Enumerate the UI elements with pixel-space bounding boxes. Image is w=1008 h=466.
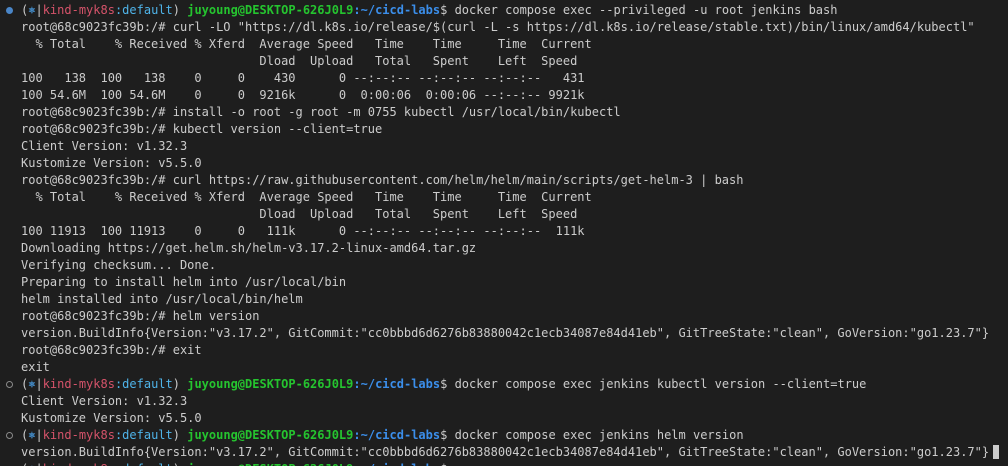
prompt-close-paren: ) (173, 462, 180, 466)
output-line: exit (0, 359, 1008, 376)
output-line: 100 11913 100 11913 0 0 111k 0 --:--:-- … (0, 223, 1008, 240)
output-text: Preparing to install helm into /usr/loca… (21, 275, 347, 289)
prompt-line: (⎈|kind-myk8s:default) juyoung@DESKTOP-6… (0, 461, 1008, 466)
prompt-pipe: | (35, 462, 42, 466)
output-text: Kustomize Version: v5.5.0 (21, 411, 202, 425)
output-line: Verifying checksum... Done. (0, 257, 1008, 274)
output-line: Client Version: v1.32.3 (0, 138, 1008, 155)
prompt-marker-hollow-icon[interactable] (6, 381, 13, 388)
output-text: Verifying checksum... Done. (21, 258, 217, 272)
output-line: Kustomize Version: v5.5.0 (0, 155, 1008, 172)
kube-context: kind-myk8s (42, 428, 115, 442)
output-text: % Total % Received % Xferd Average Speed… (21, 37, 592, 51)
kube-namespace: :default (115, 462, 173, 466)
output-line: % Total % Received % Xferd Average Speed… (0, 189, 1008, 206)
output-line: version.BuildInfo{Version:"v3.17.2", Git… (0, 444, 1008, 461)
output-text: root@68c9023fc39b:/# kubectl version --c… (21, 122, 383, 136)
prompt-path: :~/cicd-labs (353, 377, 441, 391)
kube-context: kind-myk8s (43, 462, 115, 466)
prompt-user-host: juyoung@DESKTOP-626J0L9 (187, 428, 354, 442)
output-line: Downloading https://get.helm.sh/helm-v3.… (0, 240, 1008, 257)
output-line: root@68c9023fc39b:/# install -o root -g … (0, 104, 1008, 121)
prompt-dollar: $ (440, 428, 448, 442)
output-text: root@68c9023fc39b:/# curl https://raw.gi… (21, 173, 744, 187)
output-line: helm installed into /usr/local/bin/helm (0, 291, 1008, 308)
output-line: root@68c9023fc39b:/# kubectl version --c… (0, 121, 1008, 138)
prompt-pipe: | (35, 428, 43, 442)
output-text: Client Version: v1.32.3 (21, 394, 188, 408)
output-line: version.BuildInfo{Version:"v3.17.2", Git… (0, 325, 1008, 342)
prompt-dollar: $ (440, 462, 447, 466)
prompt-pipe: | (35, 377, 43, 391)
text-cursor (993, 445, 1000, 459)
output-text: Downloading https://get.helm.sh/helm-v3.… (21, 241, 477, 255)
output-text: 100 54.6M 100 54.6M 0 0 9216k 0 0:00:06 … (21, 88, 585, 102)
output-text: helm installed into /usr/local/bin/helm (21, 292, 303, 306)
output-line: Client Version: v1.32.3 (0, 393, 1008, 410)
kube-context: kind-myk8s (42, 377, 115, 391)
output-line: root@68c9023fc39b:/# curl https://raw.gi… (0, 172, 1008, 189)
prompt-user-host: juyoung@DESKTOP-626J0L9 (187, 3, 354, 17)
prompt-dollar: $ (440, 377, 448, 391)
prompt-line: (⎈|kind-myk8s:default) juyoung@DESKTOP-6… (0, 427, 1008, 444)
terminal-window[interactable]: (⎈|kind-myk8s:default) juyoung@DESKTOP-6… (0, 0, 1008, 466)
output-text: Dload Upload Total Spent Left Speed (21, 54, 578, 68)
kube-namespace: :default (114, 3, 173, 17)
output-text: % Total % Received % Xferd Average Speed… (21, 190, 592, 204)
output-text: version.BuildInfo{Version:"v3.17.2", Git… (21, 445, 990, 459)
prompt-path: :~/cicd-labs (353, 428, 441, 442)
output-line: Dload Upload Total Spent Left Speed (0, 53, 1008, 70)
output-line: Preparing to install helm into /usr/loca… (0, 274, 1008, 291)
output-text: Client Version: v1.32.3 (21, 139, 188, 153)
output-line: % Total % Received % Xferd Average Speed… (0, 36, 1008, 53)
prompt-close-paren: ) (172, 3, 180, 17)
output-line: 100 54.6M 100 54.6M 0 0 9216k 0 0:00:06 … (0, 87, 1008, 104)
terminal-output: (⎈|kind-myk8s:default) juyoung@DESKTOP-6… (0, 2, 1008, 466)
output-text: 100 138 100 138 0 0 430 0 --:--:-- --:--… (21, 71, 585, 85)
prompt-close-paren: ) (172, 377, 180, 391)
prompt-path: :~/cicd-labs (353, 462, 440, 466)
prompt-marker-filled-icon[interactable] (6, 7, 13, 14)
output-text: Kustomize Version: v5.5.0 (21, 156, 202, 170)
prompt-user-host: juyoung@DESKTOP-626J0L9 (187, 462, 353, 466)
command-text: docker compose exec jenkins helm version (454, 428, 744, 442)
output-text: root@68c9023fc39b:/# exit (21, 343, 202, 357)
output-line: root@68c9023fc39b:/# exit (0, 342, 1008, 359)
prompt-dollar: $ (440, 3, 448, 17)
output-line: 100 138 100 138 0 0 430 0 --:--:-- --:--… (0, 70, 1008, 87)
prompt-user-host: juyoung@DESKTOP-626J0L9 (187, 377, 354, 391)
prompt-path: :~/cicd-labs (353, 3, 441, 17)
prompt-line: (⎈|kind-myk8s:default) juyoung@DESKTOP-6… (0, 376, 1008, 393)
prompt-close-paren: ) (172, 428, 180, 442)
output-text: root@68c9023fc39b:/# install -o root -g … (21, 105, 621, 119)
output-text: Dload Upload Total Spent Left Speed (21, 207, 578, 221)
prompt-pipe: | (35, 3, 43, 17)
output-line: root@68c9023fc39b:/# curl -LO "https://d… (0, 19, 1008, 36)
prompt-marker-hollow-icon[interactable] (6, 432, 13, 439)
kube-namespace: :default (114, 377, 173, 391)
output-text: root@68c9023fc39b:/# curl -LO "https://d… (21, 20, 975, 34)
output-line: Dload Upload Total Spent Left Speed (0, 206, 1008, 223)
command-text: docker compose exec --privileged -u root… (454, 3, 838, 17)
output-text: exit (21, 360, 50, 374)
output-text: root@68c9023fc39b:/# helm version (21, 309, 260, 323)
output-text: version.BuildInfo{Version:"v3.17.2", Git… (21, 326, 990, 340)
output-line: root@68c9023fc39b:/# helm version (0, 308, 1008, 325)
output-text: 100 11913 100 11913 0 0 111k 0 --:--:-- … (21, 224, 585, 238)
output-line: Kustomize Version: v5.5.0 (0, 410, 1008, 427)
kube-context: kind-myk8s (42, 3, 115, 17)
kube-namespace: :default (114, 428, 173, 442)
prompt-line: (⎈|kind-myk8s:default) juyoung@DESKTOP-6… (0, 2, 1008, 19)
command-text: docker compose exec jenkins kubectl vers… (454, 377, 867, 391)
